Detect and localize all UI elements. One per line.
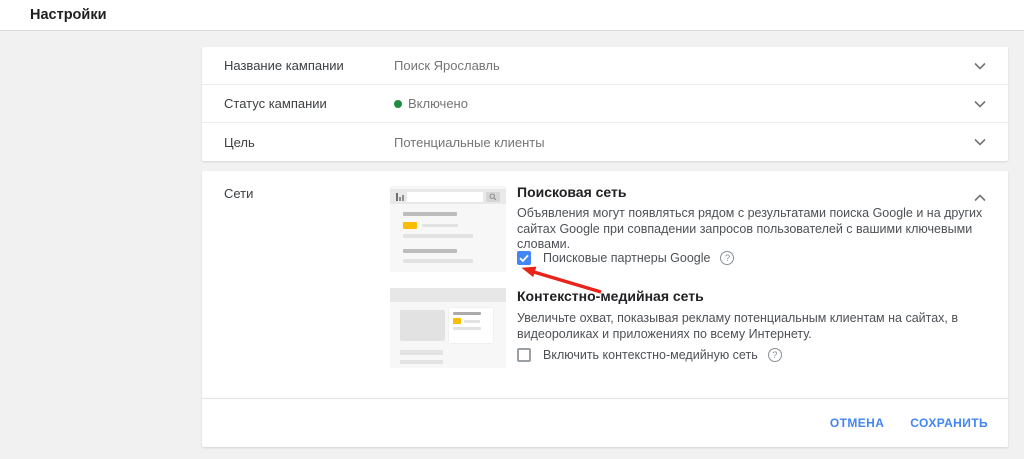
search-mockup-results [390,204,506,263]
logo-bars-icon [396,192,404,201]
networks-panel: Сети [202,171,1008,447]
row-campaign-status[interactable]: Статус кампании Включено [202,85,1008,123]
search-network-description: Объявления могут появляться рядом с резу… [517,206,990,253]
display-mockup-text-lines [390,343,506,364]
page-title: Настройки [30,7,107,23]
row-goal-label: Цель [224,135,394,150]
status-text: Включено [408,96,468,111]
chevron-down-icon[interactable] [974,62,986,70]
save-button[interactable]: СОХРАНИТЬ [910,416,988,430]
row-campaign-status-value: Включено [394,96,468,111]
row-campaign-name-value: Поиск Ярославль [394,58,500,73]
search-partners-checkbox[interactable] [517,251,531,265]
search-network-heading: Поисковая сеть [517,184,627,200]
display-mockup-content-block [400,310,445,341]
display-network-checkbox-row[interactable]: Включить контекстно-медийную сеть ? [517,348,782,362]
magnifier-icon [489,193,497,201]
help-icon[interactable]: ? [768,348,782,362]
row-goal[interactable]: Цель Потенциальные клиенты [202,123,1008,161]
status-enabled-dot-icon [394,100,402,108]
chevron-down-icon[interactable] [974,100,986,108]
display-network-illustration [390,288,506,368]
help-icon[interactable]: ? [720,251,734,265]
row-campaign-name[interactable]: Название кампании Поиск Ярославль [202,47,1008,85]
chevron-up-icon[interactable] [974,189,986,207]
top-bar: Настройки [0,0,1024,31]
display-network-checkbox[interactable] [517,348,531,362]
search-partners-checkbox-label: Поисковые партнеры Google [543,251,710,265]
checkmark-icon [517,251,531,265]
display-network-description: Увеличьте охват, показывая рекламу потен… [517,311,990,342]
settings-rows-card: Название кампании Поиск Ярославль Статус… [202,47,1008,161]
panel-footer: ОТМЕНА СОХРАНИТЬ [202,399,1008,447]
search-mockup-input [407,192,483,202]
search-network-illustration [390,186,506,272]
search-partners-checkbox-row[interactable]: Поисковые партнеры Google ? [517,251,734,265]
networks-label: Сети [224,186,253,201]
search-mockup-header [390,189,506,204]
row-campaign-status-label: Статус кампании [224,96,394,111]
search-mockup-button [486,192,500,202]
display-mockup-header [390,288,506,302]
display-mockup-ad-card [449,308,493,343]
display-network-heading: Контекстно-медийная сеть [517,288,704,304]
row-goal-value: Потенциальные клиенты [394,135,545,150]
cancel-button[interactable]: ОТМЕНА [830,416,884,430]
display-network-checkbox-label: Включить контекстно-медийную сеть [543,348,758,362]
chevron-down-icon[interactable] [974,138,986,146]
row-campaign-name-label: Название кампании [224,58,394,73]
